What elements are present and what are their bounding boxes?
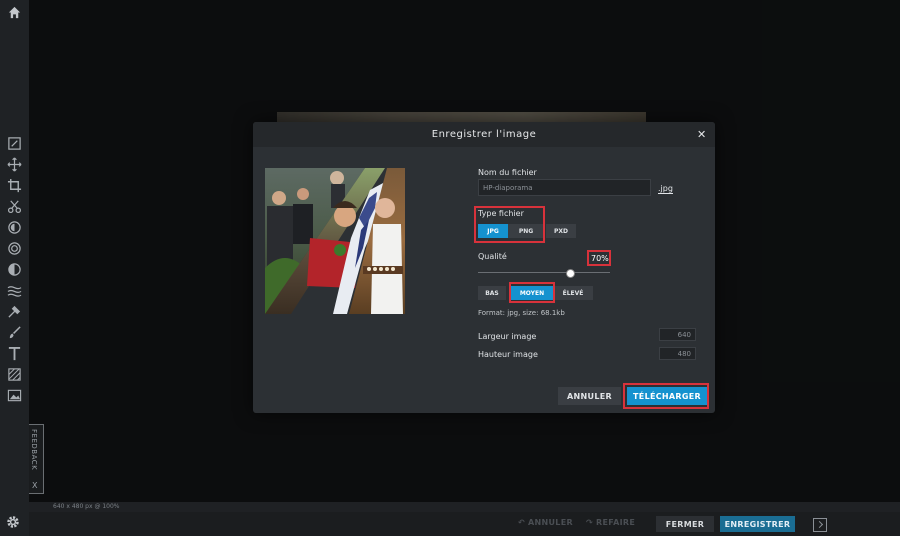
- edit-icon[interactable]: [5, 134, 23, 152]
- redo-button[interactable]: ↷ REFAIRE: [586, 518, 635, 527]
- close-button[interactable]: FERMER: [656, 516, 714, 532]
- image-size-info: 640 x 480 px @ 100%: [53, 503, 120, 510]
- adjust-icon[interactable]: [5, 218, 23, 236]
- status-strip: [29, 502, 900, 512]
- undo-button[interactable]: ↶ ANNULER: [518, 518, 573, 527]
- quality-slider-handle[interactable]: [566, 269, 576, 278]
- filename-label: Nom du fichier: [478, 168, 537, 177]
- save-image-dialog: Enregistrer l'image ✕ Nom du fichier HP-…: [253, 122, 715, 413]
- filter-icon[interactable]: [5, 260, 23, 278]
- feedback-tab[interactable]: FEEDBACK X: [29, 424, 44, 494]
- cut-icon[interactable]: [5, 197, 23, 215]
- quality-label: Qualité: [478, 252, 507, 261]
- filetype-highlight: [474, 206, 545, 243]
- height-label: Hauteur image: [478, 350, 538, 359]
- gear-icon[interactable]: [5, 514, 23, 532]
- pattern-icon[interactable]: [5, 365, 23, 383]
- stamp-icon[interactable]: [5, 302, 23, 320]
- undo-label: ANNULER: [528, 518, 573, 527]
- filetype-pxd[interactable]: PXD: [546, 224, 576, 238]
- quality-value-highlight: [587, 250, 611, 266]
- quality-preset-low[interactable]: BAS: [478, 286, 506, 300]
- feedback-label: FEEDBACK: [30, 429, 38, 471]
- liquify-icon[interactable]: [5, 281, 23, 299]
- download-highlight: [623, 383, 709, 409]
- width-label: Largeur image: [478, 332, 537, 341]
- redo-icon: ↷: [586, 518, 594, 527]
- dialog-title: Enregistrer l'image: [431, 129, 537, 140]
- height-input[interactable]: 480: [659, 347, 696, 360]
- filename-input[interactable]: HP-diaporama: [478, 179, 651, 196]
- home-icon[interactable]: [5, 3, 23, 21]
- quality-preset-highlight: [509, 282, 555, 303]
- width-input[interactable]: 640: [659, 328, 696, 341]
- format-info: Format: jpg, size: 68.1kb: [478, 309, 565, 317]
- extension-label: .jpg: [658, 184, 673, 194]
- brush-icon[interactable]: [5, 323, 23, 341]
- close-icon[interactable]: ✕: [697, 128, 706, 141]
- undo-icon: ↶: [518, 518, 526, 527]
- move-icon[interactable]: [5, 155, 23, 173]
- image-preview: [265, 168, 405, 314]
- panel-toggle-icon[interactable]: [813, 518, 827, 532]
- quality-slider-track[interactable]: [478, 272, 610, 273]
- cancel-button[interactable]: ANNULER: [558, 387, 621, 405]
- feedback-close-icon[interactable]: X: [32, 481, 37, 490]
- quality-preset-high[interactable]: ÉLEVÉ: [553, 286, 593, 300]
- text-icon[interactable]: [5, 344, 23, 362]
- effects-icon[interactable]: [5, 239, 23, 257]
- image-icon[interactable]: [5, 386, 23, 404]
- left-toolbar: [0, 0, 29, 536]
- redo-label: REFAIRE: [596, 518, 636, 527]
- save-button[interactable]: ENREGISTRER: [720, 516, 795, 532]
- crop-icon[interactable]: [5, 176, 23, 194]
